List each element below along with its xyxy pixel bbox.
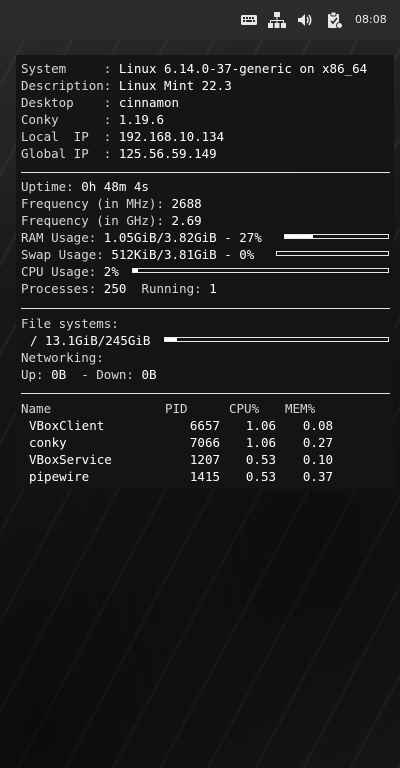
global-ip-label: Global IP : — [21, 146, 112, 161]
networking-label: Networking: — [21, 350, 104, 365]
up-value: 0B — [51, 367, 67, 382]
process-cpu: 1.06 — [245, 418, 276, 433]
root-fs-value: / 13.1GiB/245GiB — [30, 332, 150, 349]
desktop-label: Desktop : — [21, 95, 112, 110]
freq-mhz-value: 2688 — [171, 196, 202, 211]
running-label: Running: — [141, 281, 202, 296]
filesystems-title: File systems: — [21, 316, 119, 331]
col-header-cpu: CPU% — [229, 401, 260, 416]
uptime-value: 0h 48m 4s — [81, 179, 149, 194]
process-mem: 0.27 — [302, 435, 333, 450]
ram-usage-bar — [284, 234, 389, 239]
description-label: Description: — [21, 78, 112, 93]
conky-version-value: 1.19.6 — [118, 112, 164, 127]
process-cpu: 1.06 — [245, 435, 276, 450]
down-label: - Down: — [81, 367, 134, 382]
freq-ghz-row: Frequency (in GHz): 2.69 — [21, 212, 202, 229]
freq-mhz-label: Frequency (in MHz): — [21, 196, 164, 211]
ram-value: 1.05GiB/3.82GiB - 27% — [103, 230, 262, 245]
down-value: 0B — [141, 367, 157, 382]
process-name: VBoxService — [29, 452, 112, 467]
up-label: Up: — [21, 367, 44, 382]
process-pid: 1415 — [189, 469, 220, 484]
process-mem: 0.10 — [302, 452, 333, 467]
freq-ghz-value: 2.69 — [171, 213, 202, 228]
process-name: VBoxClient — [29, 418, 105, 433]
process-pid: 6657 — [189, 418, 220, 433]
uptime-row: Uptime: 0h 48m 4s — [21, 178, 149, 195]
swap-label: Swap Usage: — [21, 247, 104, 262]
description-value: Linux Mint 22.3 — [118, 78, 232, 93]
process-name: conky — [29, 435, 67, 450]
network-icon[interactable] — [268, 11, 286, 29]
processes-row: Processes: 250 Running: 1 — [21, 280, 217, 297]
col-header-name: Name — [21, 401, 52, 416]
root-fs-text: / 13.1GiB/245GiB — [30, 333, 151, 348]
local-ip-value: 192.168.10.134 — [118, 129, 225, 144]
col-header-mem: MEM% — [285, 401, 316, 416]
cpu-value: 2% — [103, 264, 119, 279]
system-value: Linux 6.14.0-37-generic on x86_64 — [118, 61, 368, 76]
global-ip-value: 125.56.59.149 — [118, 146, 217, 161]
ram-usage-fill — [285, 235, 313, 238]
cpu-usage-fill — [133, 269, 139, 272]
swap-value: 512KiB/3.81GiB - 0% — [111, 247, 255, 262]
cpu-row: CPU Usage: 2% — [21, 263, 119, 280]
keyboard-icon[interactable] — [240, 11, 258, 29]
volume-icon[interactable] — [296, 11, 314, 29]
uptime-label: Uptime: — [21, 179, 74, 194]
local-ip-row: Local IP : 192.168.10.134 — [21, 128, 224, 145]
clipboard-icon[interactable] — [325, 11, 343, 29]
processes-value: 250 — [103, 281, 127, 296]
process-pid: 1207 — [189, 452, 220, 467]
desktop-row: Desktop : cinnamon — [21, 94, 179, 111]
process-cpu: 0.53 — [245, 469, 276, 484]
description-row: Description: Linux Mint 22.3 — [21, 77, 232, 94]
process-name: pipewire — [29, 469, 90, 484]
swap-usage-bar — [276, 251, 389, 256]
divider — [21, 393, 390, 394]
conky-version-row: Conky : 1.19.6 — [21, 111, 164, 128]
col-header-pid: PID — [165, 401, 188, 416]
swap-row: Swap Usage: 512KiB/3.81GiB - 0% — [21, 246, 254, 263]
system-row: System : Linux 6.14.0-37-generic on x86_… — [21, 60, 367, 77]
process-mem: 0.37 — [302, 469, 333, 484]
cpu-label: CPU Usage: — [21, 264, 97, 279]
cpu-usage-bar — [132, 268, 389, 273]
top-panel: 08:08 — [0, 0, 400, 40]
freq-ghz-label: Frequency (in GHz): — [21, 213, 164, 228]
system-label: System : — [21, 61, 112, 76]
divider — [21, 172, 390, 173]
process-mem: 0.08 — [302, 418, 333, 433]
local-ip-label: Local IP : — [21, 129, 112, 144]
desktop-background: 08:08 System : Linux 6.14.0-37-generic o… — [0, 0, 400, 768]
process-pid: 7066 — [189, 435, 220, 450]
processes-label: Processes: — [21, 281, 97, 296]
panel-clock[interactable]: 08:08 — [355, 12, 387, 28]
divider — [21, 308, 390, 309]
running-value: 1 — [209, 281, 217, 296]
ram-row: RAM Usage: 1.05GiB/3.82GiB - 27% — [21, 229, 262, 246]
conky-widget: System : Linux 6.14.0-37-generic on x86_… — [16, 55, 394, 489]
network-row: Up: 0B - Down: 0B — [21, 366, 157, 383]
conky-version-label: Conky : — [21, 112, 112, 127]
freq-mhz-row: Frequency (in MHz): 2688 — [21, 195, 202, 212]
global-ip-row: Global IP : 125.56.59.149 — [21, 145, 217, 162]
desktop-value: cinnamon — [118, 95, 180, 110]
ram-label: RAM Usage: — [21, 230, 97, 245]
root-fs-bar — [164, 337, 389, 342]
process-cpu: 0.53 — [245, 452, 276, 467]
root-fs-fill — [165, 338, 177, 341]
